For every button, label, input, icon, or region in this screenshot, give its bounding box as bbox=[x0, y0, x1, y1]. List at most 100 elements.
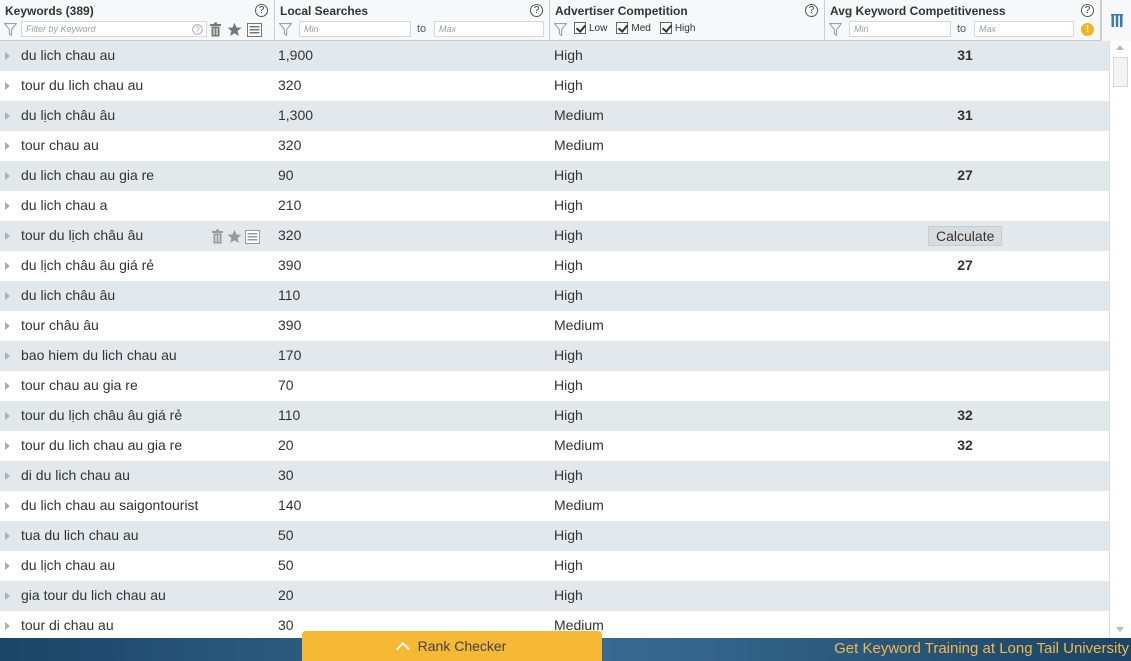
rank-checker-tab[interactable]: Rank Checker bbox=[302, 631, 602, 661]
expand-row-arrow-icon[interactable] bbox=[5, 262, 10, 270]
local-searches-column-title[interactable]: Local Searches bbox=[280, 4, 368, 18]
expand-row-arrow-icon[interactable] bbox=[5, 82, 10, 90]
akc-warning-icon[interactable]: ! bbox=[1081, 23, 1094, 36]
keyword-cell[interactable]: tour du lich chau au gia re bbox=[21, 437, 182, 453]
table-row[interactable]: tour du lịch châu âu giá rẻ 110 High 32 bbox=[0, 401, 1109, 431]
expand-row-arrow-icon[interactable] bbox=[5, 112, 10, 120]
list-icon[interactable] bbox=[247, 23, 262, 37]
expand-row-arrow-icon[interactable] bbox=[5, 442, 10, 450]
expand-row-arrow-icon[interactable] bbox=[5, 352, 10, 360]
keywords-column-title[interactable]: Keywords (389) bbox=[5, 4, 94, 18]
expand-row-arrow-icon[interactable] bbox=[5, 232, 10, 240]
table-row[interactable]: bao hiem du lich chau au 170 High bbox=[0, 341, 1109, 371]
star-icon[interactable] bbox=[227, 22, 242, 37]
advertiser-competition-help-icon[interactable]: ? bbox=[805, 4, 818, 17]
local-searches-help-icon[interactable]: ? bbox=[530, 4, 543, 17]
akc-column-title[interactable]: Avg Keyword Competitiveness bbox=[830, 4, 1006, 18]
table-row[interactable]: du lịch chau au 50 High bbox=[0, 551, 1109, 581]
keyword-cell[interactable]: du lịch châu âu giá rẻ bbox=[21, 257, 154, 273]
keyword-cell[interactable]: tour châu âu bbox=[21, 317, 99, 333]
row-trash-icon[interactable] bbox=[211, 229, 224, 247]
local-searches-max-input[interactable] bbox=[434, 21, 544, 37]
expand-row-arrow-icon[interactable] bbox=[5, 202, 10, 210]
expand-row-arrow-icon[interactable] bbox=[5, 592, 10, 600]
keyword-cell[interactable]: du lich chau au bbox=[21, 47, 115, 63]
expand-row-arrow-icon[interactable] bbox=[5, 412, 10, 420]
scroll-up-arrow-icon[interactable] bbox=[1116, 45, 1124, 50]
expand-row-arrow-icon[interactable] bbox=[5, 142, 10, 150]
table-row[interactable]: du lich châu âu 110 High bbox=[0, 281, 1109, 311]
table-row[interactable]: du lich chau a 210 High bbox=[0, 191, 1109, 221]
table-row[interactable]: tour chau au gia re 70 High bbox=[0, 371, 1109, 401]
expand-row-arrow-icon[interactable] bbox=[5, 172, 10, 180]
competition-low-checkbox[interactable] bbox=[574, 22, 586, 34]
scrollbar-thumb[interactable] bbox=[1113, 57, 1128, 87]
table-row[interactable]: di du lich chau au 30 High bbox=[0, 461, 1109, 491]
expand-row-arrow-icon[interactable] bbox=[5, 292, 10, 300]
keyword-cell[interactable]: du lich chau au gia re bbox=[21, 167, 154, 183]
filter-help-icon[interactable]: ? bbox=[192, 24, 203, 35]
competition-high-checkbox[interactable] bbox=[659, 22, 672, 34]
keyword-cell[interactable]: tour du lich chau au bbox=[21, 77, 143, 93]
vertical-scrollbar[interactable] bbox=[1109, 41, 1131, 638]
row-list-icon[interactable] bbox=[245, 229, 260, 247]
keyword-training-link[interactable]: Get Keyword Training at Long Tail Univer… bbox=[834, 640, 1129, 657]
expand-row-arrow-icon[interactable] bbox=[5, 322, 10, 330]
akc-max-input[interactable] bbox=[974, 21, 1074, 37]
advertiser-competition-cell: High bbox=[554, 527, 583, 543]
advertiser-competition-cell: High bbox=[554, 47, 583, 63]
table-row[interactable]: tua du lich chau au 50 High bbox=[0, 521, 1109, 551]
keyword-cell[interactable]: tour du lịch châu âu giá rẻ bbox=[21, 407, 182, 423]
expand-row-arrow-icon[interactable] bbox=[5, 382, 10, 390]
row-star-icon[interactable] bbox=[227, 229, 242, 247]
table-row[interactable]: du lich chau au 1,900 High 31 bbox=[0, 41, 1109, 71]
table-row[interactable]: tour du lich chau au gia re 20 Medium 32 bbox=[0, 431, 1109, 461]
keyword-cell[interactable]: tour chau au bbox=[21, 137, 99, 153]
expand-row-arrow-icon[interactable] bbox=[5, 562, 10, 570]
scroll-down-arrow-icon[interactable] bbox=[1116, 627, 1124, 632]
column-chooser-button[interactable] bbox=[1101, 0, 1131, 41]
keyword-cell[interactable]: du lich châu âu bbox=[21, 287, 115, 303]
table-row[interactable]: tour du lich chau au 320 High bbox=[0, 71, 1109, 101]
keyword-cell[interactable]: du lich chau au saigontourist bbox=[21, 497, 198, 513]
advertiser-competition-column-title[interactable]: Advertiser Competition bbox=[555, 4, 688, 18]
trash-icon[interactable] bbox=[209, 22, 222, 37]
local-searches-cell: 170 bbox=[278, 347, 302, 363]
keyword-cell[interactable]: tour di chau au bbox=[21, 617, 114, 633]
expand-row-arrow-icon[interactable] bbox=[5, 502, 10, 510]
akc-min-input[interactable] bbox=[849, 21, 951, 37]
local-searches-min-input[interactable] bbox=[299, 21, 411, 37]
table-row[interactable]: tour du lịch châu âu 320 High Calculate bbox=[0, 221, 1109, 251]
expand-row-arrow-icon[interactable] bbox=[5, 52, 10, 60]
calculate-button[interactable]: Calculate bbox=[928, 226, 1003, 246]
keyword-cell[interactable]: du lịch chau au bbox=[21, 557, 115, 573]
local-searches-cell: 390 bbox=[278, 317, 302, 333]
keyword-cell[interactable]: tour chau au gia re bbox=[21, 377, 138, 393]
competition-med-checkbox[interactable] bbox=[616, 22, 629, 34]
table-row[interactable]: tour chau au 320 Medium bbox=[0, 131, 1109, 161]
keywords-help-icon[interactable]: ? bbox=[255, 4, 268, 17]
keyword-filter-input[interactable] bbox=[21, 21, 207, 37]
advertiser-competition-cell: High bbox=[554, 77, 583, 93]
keyword-cell[interactable]: di du lich chau au bbox=[21, 467, 130, 483]
keyword-cell[interactable]: tour du lịch châu âu bbox=[21, 227, 143, 243]
keyword-cell[interactable]: bao hiem du lich chau au bbox=[21, 347, 177, 363]
table-row[interactable]: du lịch châu âu giá rẻ 390 High 27 bbox=[0, 251, 1109, 281]
akc-help-icon[interactable]: ? bbox=[1081, 4, 1094, 17]
keyword-cell[interactable]: tua du lich chau au bbox=[21, 527, 139, 543]
expand-row-arrow-icon[interactable] bbox=[5, 472, 10, 480]
table-row[interactable]: du lich chau au saigontourist 140 Medium bbox=[0, 491, 1109, 521]
keyword-cell[interactable]: gia tour du lich chau au bbox=[21, 587, 166, 603]
table-row[interactable]: du lịch châu âu 1,300 Medium 31 bbox=[0, 101, 1109, 131]
competition-low-label: Low bbox=[589, 22, 608, 34]
table-row[interactable]: tour châu âu 390 Medium bbox=[0, 311, 1109, 341]
table-row[interactable]: gia tour du lich chau au 20 High bbox=[0, 581, 1109, 611]
table-row[interactable]: du lich chau au gia re 90 High 27 bbox=[0, 161, 1109, 191]
keyword-cell[interactable]: du lich chau a bbox=[21, 197, 107, 213]
expand-row-arrow-icon[interactable] bbox=[5, 532, 10, 540]
advertiser-competition-cell: High bbox=[554, 587, 583, 603]
expand-row-arrow-icon[interactable] bbox=[5, 622, 10, 630]
keyword-cell[interactable]: du lịch châu âu bbox=[21, 107, 115, 123]
advertiser-competition-cell: High bbox=[554, 197, 583, 213]
akc-cell: 31 bbox=[957, 47, 973, 63]
